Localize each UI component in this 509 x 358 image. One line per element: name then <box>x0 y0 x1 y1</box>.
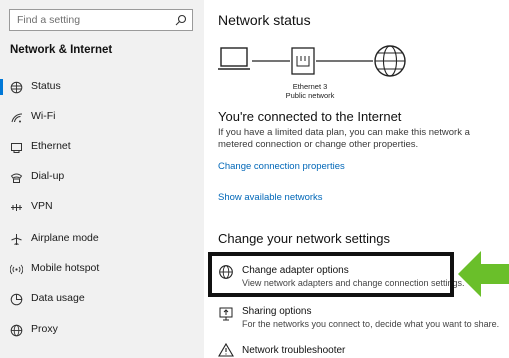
sharing-icon <box>219 307 233 321</box>
connected-description-line-2: metered connection or change other prope… <box>218 139 419 150</box>
network-diagram <box>218 45 406 77</box>
wifi-icon <box>11 113 23 123</box>
sidebar-item-label: Mobile hotspot <box>31 262 100 274</box>
search-placeholder: Find a setting <box>17 14 81 26</box>
callout-arrow-icon <box>458 251 509 297</box>
vpn-icon <box>11 204 22 211</box>
change-connection-properties-link[interactable]: Change connection properties <box>218 161 345 172</box>
active-indicator <box>0 79 3 95</box>
settings-sidebar: Find a setting Network & Internet Status… <box>0 0 204 358</box>
sidebar-item-label: Ethernet <box>31 140 71 152</box>
change-settings-heading: Change your network settings <box>218 231 390 246</box>
sidebar-item-vpn[interactable]: VPN <box>0 196 204 218</box>
network-type: Public network <box>285 91 335 100</box>
main-content: Network status Ethernet 3 Public network… <box>204 0 509 358</box>
sidebar-item-proxy[interactable]: Proxy <box>0 319 204 341</box>
hotspot-icon <box>10 264 23 275</box>
sidebar-item-mobile-hotspot[interactable]: Mobile hotspot <box>0 258 204 280</box>
sidebar-item-label: Proxy <box>31 323 58 335</box>
sharing-options-description: For the networks you connect to, decide … <box>242 319 500 329</box>
sharing-options-link[interactable]: Sharing options <box>242 306 312 317</box>
ethernet-icon <box>11 143 22 153</box>
sidebar-item-ethernet[interactable]: Ethernet <box>0 136 204 158</box>
highlight-box <box>208 252 454 297</box>
sidebar-item-status[interactable]: Status <box>0 76 204 98</box>
ethernet-adapter-icon <box>291 47 315 75</box>
sidebar-item-label: Wi-Fi <box>31 110 56 122</box>
sidebar-item-label: Airplane mode <box>31 232 99 244</box>
dialup-icon <box>10 173 23 183</box>
section-title: Network & Internet <box>10 44 113 56</box>
show-available-networks-link[interactable]: Show available networks <box>218 192 323 203</box>
sidebar-item-dialup[interactable]: Dial-up <box>0 166 204 188</box>
laptop-icon <box>218 47 250 70</box>
proxy-globe-icon <box>10 324 23 337</box>
adapter-name: Ethernet 3 <box>292 82 328 91</box>
data-usage-icon <box>10 293 23 306</box>
connected-heading: You're connected to the Internet <box>218 109 402 124</box>
sidebar-item-label: Data usage <box>31 292 85 304</box>
connected-description-line-1: If you have a limited data plan, you can… <box>218 127 470 138</box>
sidebar-item-label: VPN <box>31 200 53 212</box>
airplane-icon <box>11 234 22 245</box>
search-icon[interactable] <box>175 14 187 26</box>
sidebar-item-label: Status <box>31 80 61 92</box>
warning-icon <box>218 342 234 357</box>
sidebar-item-label: Dial-up <box>31 170 65 182</box>
sidebar-item-data-usage[interactable]: Data usage <box>0 288 204 310</box>
page-title: Network status <box>218 12 311 28</box>
search-input[interactable]: Find a setting <box>9 9 193 31</box>
status-globe-icon <box>10 81 23 94</box>
sidebar-item-wifi[interactable]: Wi-Fi <box>0 106 204 128</box>
sidebar-item-airplane-mode[interactable]: Airplane mode <box>0 228 204 250</box>
internet-globe-icon <box>374 45 406 77</box>
network-troubleshooter-link[interactable]: Network troubleshooter <box>242 345 345 356</box>
